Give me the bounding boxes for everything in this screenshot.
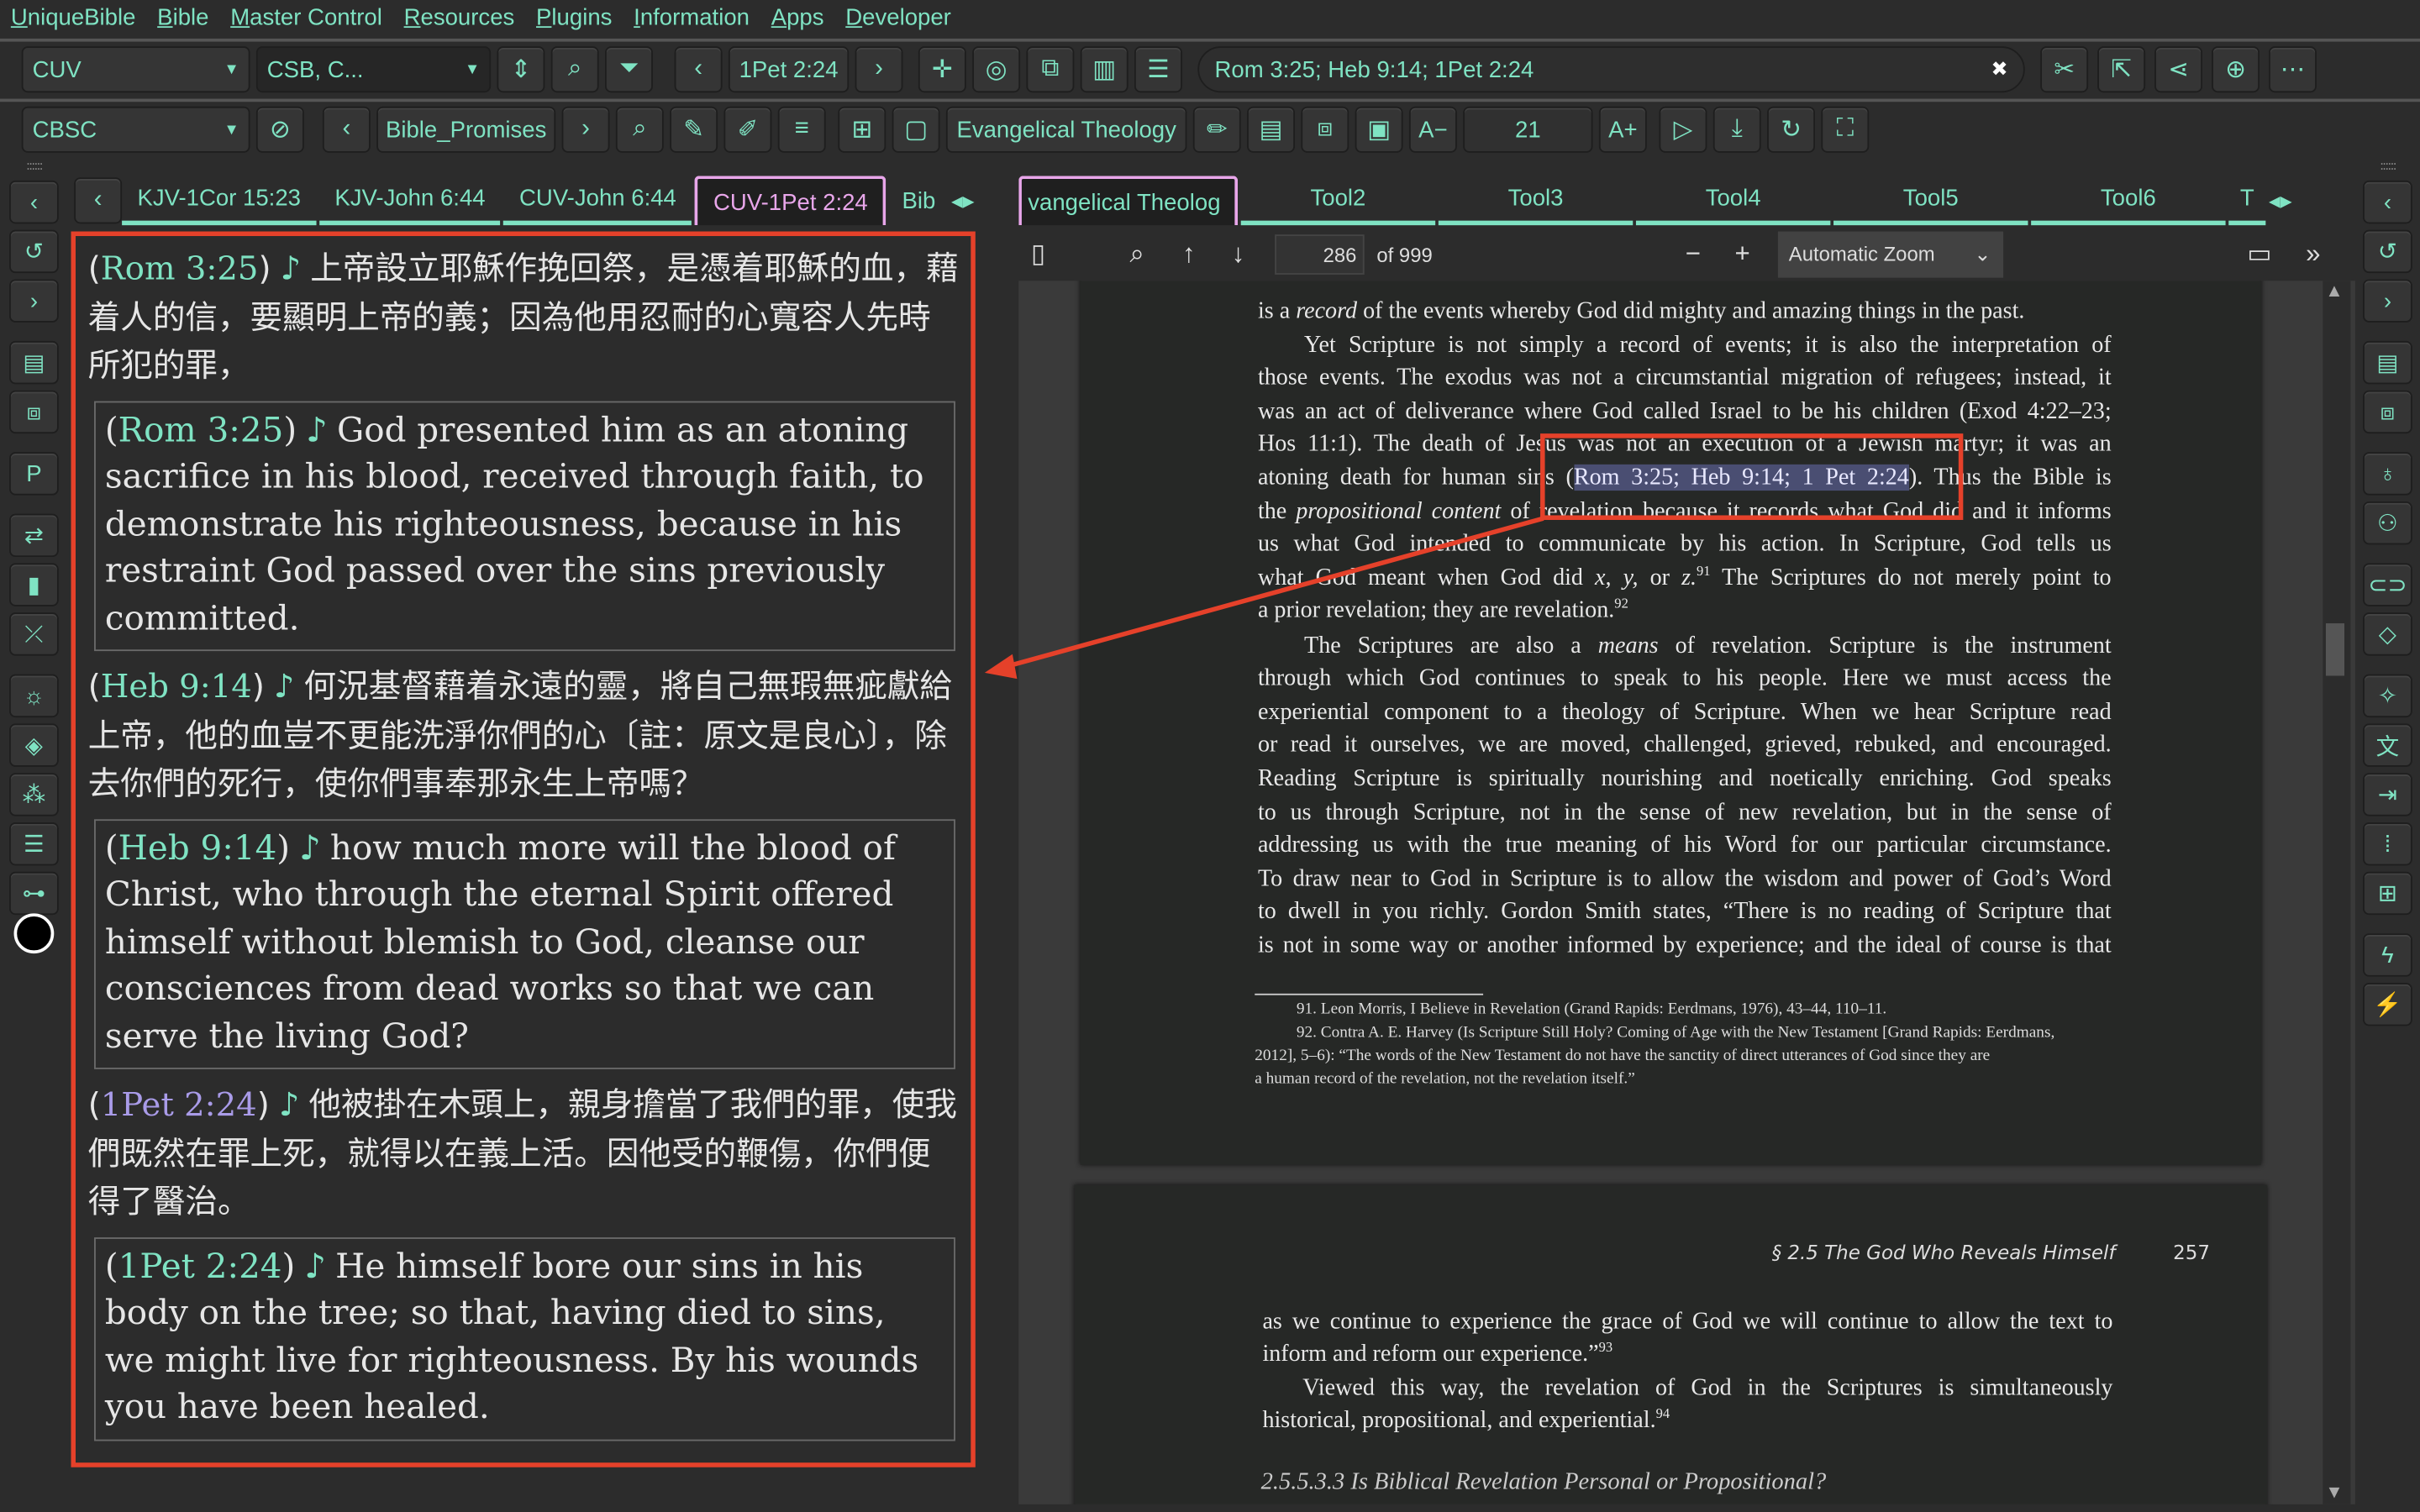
app-window: UniqueBible Bible Master Control Resources P… <box>0 0 2420 1512</box>
arrow-head <box>984 654 1018 680</box>
annotation-arrow <box>984 516 1544 680</box>
arrow-line <box>1005 516 1544 669</box>
